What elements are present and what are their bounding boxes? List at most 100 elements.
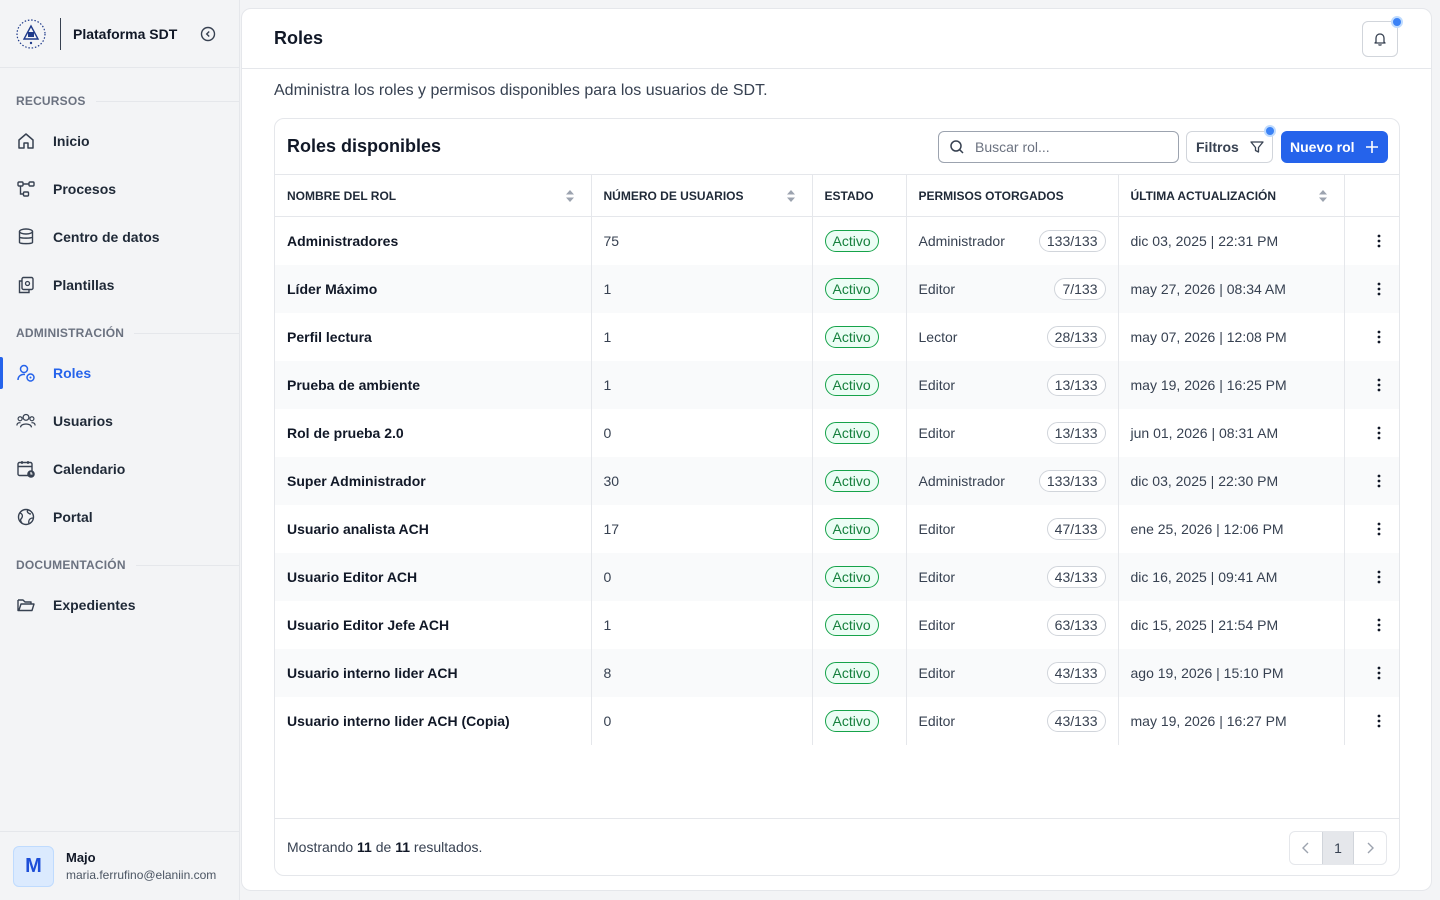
row-actions-button[interactable] [1357,234,1400,248]
column-header-permissions: PERMISOS OTORGADOS [906,174,1119,217]
row-actions-button[interactable] [1357,474,1400,488]
next-page-button[interactable] [1354,832,1386,864]
column-header-actions [1344,174,1399,217]
sidebar-item-label: Inicio [53,133,90,149]
sidebar-item-portal[interactable]: Portal [0,495,240,539]
table-row[interactable]: Usuario Editor Jefe ACH 1 Activo Editor 63/1… [275,600,1400,649]
notifications-button[interactable] [1362,16,1403,57]
column-header-updated[interactable]: ÚLTIMA ACTUALIZACIÓN [1118,174,1345,217]
table-row[interactable]: Líder Máximo 1 Activo Editor 7/133 may 27, 20… [275,264,1400,313]
row-actions-button[interactable] [1357,666,1400,680]
status-badge: Activo [824,613,879,636]
filters-button[interactable]: Filtros [1186,125,1276,163]
table-header-row: NOMBRE DEL ROL NÚMERO DE USUARIOS ESTADO… [275,174,1399,217]
column-header-name[interactable]: NOMBRE DEL ROL [275,174,592,217]
permission-level: Editor [918,712,956,729]
main-panel: Roles Administra los roles y permisos di… [241,8,1432,891]
bell-icon [1372,31,1388,47]
status-cell: Activo [812,504,907,553]
user-profile[interactable]: M Majo maria.ferrufino@elaniin.com [0,831,240,900]
sort-icon[interactable] [1318,189,1328,206]
user-count: 0 [591,552,813,601]
globe-icon [16,507,36,527]
status-cell: Activo [812,264,907,313]
sidebar-item-procesos[interactable]: Procesos [0,167,240,211]
user-count: 30 [591,456,813,505]
workflow-icon [16,179,36,199]
row-actions-button[interactable] [1357,714,1400,728]
row-actions-button[interactable] [1357,426,1400,440]
sidebar-item-centro-de-datos[interactable]: Centro de datos [0,215,240,259]
permission-level: Editor [918,376,956,393]
permission-count-badge: 13/133 [1046,373,1106,396]
sidebar: Plataforma SDT RECURSOS Inicio Procesos … [0,0,240,900]
permission-count-badge: 43/133 [1046,661,1106,684]
row-actions-button[interactable] [1357,570,1400,584]
role-name: Usuario analista ACH [275,504,592,553]
table-row[interactable]: Usuario analista ACH 17 Activo Editor 47/133… [275,504,1400,553]
row-actions-button[interactable] [1357,618,1400,632]
role-name: Usuario interno lider ACH [275,648,592,697]
actions-cell [1344,505,1400,553]
filters-active-dot [1264,125,1276,137]
column-header-status: ESTADO [812,174,907,217]
status-badge: Activo [824,709,879,732]
table-row[interactable]: Rol de prueba 2.0 0 Activo Editor 13/133 jun … [275,408,1400,457]
last-updated: ene 25, 2026 | 12:06 PM [1118,504,1345,553]
page-button-current[interactable]: 1 [1322,832,1354,864]
sidebar-item-plantillas[interactable]: Plantillas [0,263,240,307]
permission-level: Editor [918,280,956,297]
search-box[interactable] [938,131,1179,163]
user-count: 75 [591,216,813,265]
section-recursos: RECURSOS [16,94,239,108]
chevron-left-icon [1301,841,1311,855]
brand-header: Plataforma SDT [0,0,239,68]
sidebar-item-label: Usuarios [53,413,113,429]
table-row[interactable]: Perfil lectura 1 Activo Lector 28/133 may 07,… [275,312,1400,361]
more-vertical-icon [1377,666,1381,680]
actions-cell [1344,264,1400,313]
table-row[interactable]: Usuario interno lider ACH 8 Activo Editor 43… [275,648,1400,697]
row-actions-button[interactable] [1357,378,1400,392]
table-row[interactable]: Administradores 75 Activo Administrador 133/… [275,216,1400,265]
permission-count-badge: 47/133 [1046,517,1106,540]
sort-icon[interactable] [565,189,575,206]
sidebar-item-roles[interactable]: Roles [0,351,240,395]
actions-cell [1344,456,1400,505]
prev-page-button[interactable] [1290,832,1322,864]
user-count: 1 [591,360,813,409]
section-documentacion: DOCUMENTACIÓN [16,558,239,572]
sort-icon[interactable] [786,189,796,206]
sidebar-item-usuarios[interactable]: Usuarios [0,399,240,443]
sidebar-item-calendario[interactable]: Calendario [0,447,240,491]
table-row[interactable]: Super Administrador 30 Activo Administrador… [275,456,1400,505]
permissions-cell: Editor 63/133 [906,600,1119,649]
sidebar-item-expedientes[interactable]: Expedientes [0,583,240,627]
table-row[interactable]: Usuario Editor ACH 0 Activo Editor 43/133 dic… [275,552,1400,601]
calendar-icon [16,459,36,479]
row-actions-button[interactable] [1357,282,1400,296]
row-actions-button[interactable] [1357,330,1400,344]
role-name: Usuario Editor ACH [275,552,592,601]
permissions-cell: Administrador 133/133 [906,456,1119,505]
topbar: Roles [242,9,1431,69]
table-footer: Mostrando 11 de 11 resultados. 1 [275,818,1399,875]
role-name: Super Administrador [275,456,592,505]
table-row[interactable]: Prueba de ambiente 1 Activo Editor 13/133 may… [275,360,1400,409]
permissions-cell: Editor 43/133 [906,648,1119,697]
row-actions-button[interactable] [1357,522,1400,536]
table-row[interactable]: Usuario interno lider ACH (Copia) 0 Activo… [275,696,1400,745]
column-header-users[interactable]: NÚMERO DE USUARIOS [591,174,813,217]
permission-count-badge: 43/133 [1046,709,1106,732]
last-updated: dic 03, 2025 | 22:31 PM [1118,216,1345,265]
status-badge: Activo [824,517,879,540]
actions-cell [1344,409,1400,457]
status-badge: Activo [824,325,879,348]
sidebar-item-inicio[interactable]: Inicio [0,119,240,163]
collapse-sidebar-icon[interactable] [199,25,217,43]
new-role-button[interactable]: Nuevo rol [1281,131,1388,163]
permission-level: Editor [918,616,956,633]
search-input[interactable] [975,139,1165,155]
user-count: 1 [591,312,813,361]
user-count: 8 [591,648,813,697]
